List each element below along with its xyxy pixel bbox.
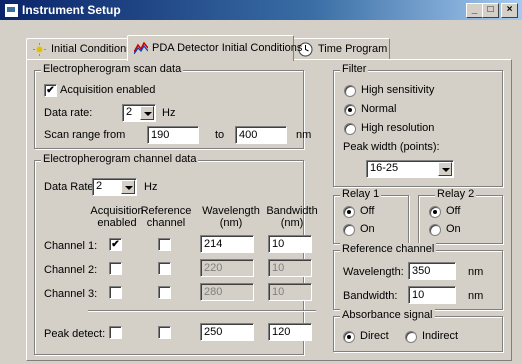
indirect-radio[interactable]	[405, 331, 417, 343]
scan-range-from-input[interactable]: 190	[147, 126, 199, 144]
relay-2-on-label: On	[446, 223, 461, 235]
tab-label: PDA Detector Initial Conditions	[152, 42, 303, 54]
relay-1-group: Relay 1	[333, 188, 409, 244]
peak-detect-wavelength-input[interactable]: 250	[200, 323, 254, 341]
channel-2-bandwidth-input[interactable]: 10	[268, 259, 312, 277]
peak-detect-bandwidth-input[interactable]: 120	[268, 323, 312, 341]
indirect-label: Indirect	[422, 330, 459, 342]
tab-time-program[interactable]: Time Program	[292, 38, 390, 60]
relay-1-on-label: On	[360, 223, 375, 235]
maximize-button[interactable]: □	[482, 3, 499, 18]
app-icon	[4, 3, 19, 18]
channel-3-bandwidth-input[interactable]: 10	[268, 283, 312, 301]
tab-label: Time Program	[318, 43, 388, 55]
relay-1-on-radio[interactable]	[343, 224, 355, 236]
channel-2-acquisition-checkbox[interactable]	[109, 262, 122, 275]
ref-wavelength-label: Wavelength:	[343, 266, 404, 278]
channel-1-label: Channel 1:	[44, 240, 98, 252]
select-value: 16-25	[370, 162, 399, 174]
group-legend: Filter	[340, 63, 369, 75]
group-legend: Electropherogram scan data	[41, 63, 184, 75]
header-line: Wavelength	[202, 205, 260, 217]
peak-width-label: Peak width (points):	[343, 141, 440, 153]
header-line: (nm)	[219, 217, 243, 229]
header-line: (nm)	[280, 217, 304, 229]
scan-data-rate-select[interactable]: 2	[122, 104, 156, 122]
peak-detect-reference-checkbox[interactable]	[158, 326, 171, 339]
close-button[interactable]: ×	[501, 3, 518, 18]
tab-initial-conditions[interactable]: Initial Conditions	[26, 38, 132, 60]
ref-bandwidth-label: Bandwidth:	[343, 290, 398, 302]
nm-unit-label: nm	[296, 129, 312, 141]
group-legend: Reference channel	[340, 243, 437, 255]
header-line: channel	[146, 217, 186, 229]
window-title: Instrument Setup	[22, 3, 121, 17]
select-value: 2	[96, 180, 103, 192]
relay-2-group: Relay 2	[418, 188, 503, 244]
peak-detect-label: Peak detect:	[44, 328, 106, 340]
relay-2-on-radio[interactable]	[429, 224, 441, 236]
channel-3-label: Channel 3:	[44, 288, 98, 300]
wavelength-header: Wavelength (nm)	[196, 205, 266, 229]
normal-radio[interactable]	[344, 104, 356, 116]
header-line: Bandwidth	[266, 205, 318, 217]
high-resolution-radio[interactable]	[344, 123, 356, 135]
acquisition-enabled-checkbox[interactable]: ✔	[44, 84, 57, 97]
channel-1-wavelength-input[interactable]: 214	[200, 235, 254, 253]
absorbance-signal-group: Absorbance signal	[333, 309, 503, 352]
peak-width-select[interactable]: 16-25	[366, 160, 454, 178]
scan-range-to-input[interactable]: 400	[235, 126, 287, 144]
channel-1-acquisition-checkbox[interactable]: ✔	[109, 238, 122, 251]
group-legend: Electropherogram channel data	[41, 153, 199, 165]
sun-icon	[33, 43, 46, 56]
channel-3-reference-checkbox[interactable]	[158, 286, 171, 299]
channel-1-reference-checkbox[interactable]	[158, 238, 171, 251]
channel-data-rate-label: Data Rate:	[44, 181, 97, 193]
rate-unit-label: Hz	[144, 181, 158, 193]
relay-2-off-radio[interactable]	[429, 206, 441, 218]
channel-2-wavelength-input[interactable]: 220	[200, 259, 254, 277]
group-legend: Relay 1	[340, 188, 382, 200]
channel-data-rate-select[interactable]: 2	[92, 178, 137, 196]
minimize-button[interactable]: _	[466, 3, 483, 18]
reference-channel-header: Reference channel	[136, 205, 196, 229]
data-rate-label: Data rate:	[44, 107, 93, 119]
chevron-down-icon[interactable]	[140, 106, 154, 120]
title-bar: Instrument Setup _ □ ×	[0, 0, 522, 20]
group-legend: Absorbance signal	[340, 309, 435, 321]
acquisition-enabled-label: Acquisition enabled	[60, 84, 156, 96]
separator	[88, 310, 316, 312]
normal-label: Normal	[361, 103, 397, 115]
scan-range-label: Scan range from	[44, 129, 126, 141]
tab-label: Initial Conditions	[51, 43, 132, 55]
tab-pda-detector[interactable]: PDA Detector Initial Conditions	[127, 35, 302, 61]
channel-2-label: Channel 2:	[44, 264, 98, 276]
direct-radio[interactable]	[343, 331, 355, 343]
high-sensitivity-label: High sensitivity	[361, 84, 435, 96]
select-value: 2	[126, 106, 133, 118]
spectrum-icon	[134, 42, 148, 54]
relay-1-off-radio[interactable]	[343, 206, 355, 218]
nm-unit-label: nm	[468, 266, 484, 278]
channel-1-bandwidth-input[interactable]: 10	[268, 235, 312, 253]
ref-wavelength-input[interactable]: 350	[408, 262, 456, 280]
channel-3-wavelength-input[interactable]: 280	[200, 283, 254, 301]
header-line: Reference	[140, 205, 192, 217]
ref-bandwidth-input[interactable]: 10	[408, 286, 456, 304]
chevron-down-icon[interactable]	[121, 180, 135, 194]
chevron-down-icon[interactable]	[438, 162, 452, 176]
bandwidth-header: Bandwidth (nm)	[262, 205, 322, 229]
peak-detect-acquisition-checkbox[interactable]	[109, 326, 122, 339]
to-label: to	[215, 129, 225, 141]
group-legend: Relay 2	[435, 188, 477, 200]
nm-unit-label: nm	[468, 290, 484, 302]
high-sensitivity-radio[interactable]	[344, 85, 356, 97]
relay-2-off-label: Off	[446, 205, 461, 217]
high-resolution-label: High resolution	[361, 122, 435, 134]
direct-label: Direct	[360, 330, 389, 342]
channel-2-reference-checkbox[interactable]	[158, 262, 171, 275]
channel-3-acquisition-checkbox[interactable]	[109, 286, 122, 299]
relay-1-off-label: Off	[360, 205, 375, 217]
rate-unit-label: Hz	[162, 107, 176, 119]
